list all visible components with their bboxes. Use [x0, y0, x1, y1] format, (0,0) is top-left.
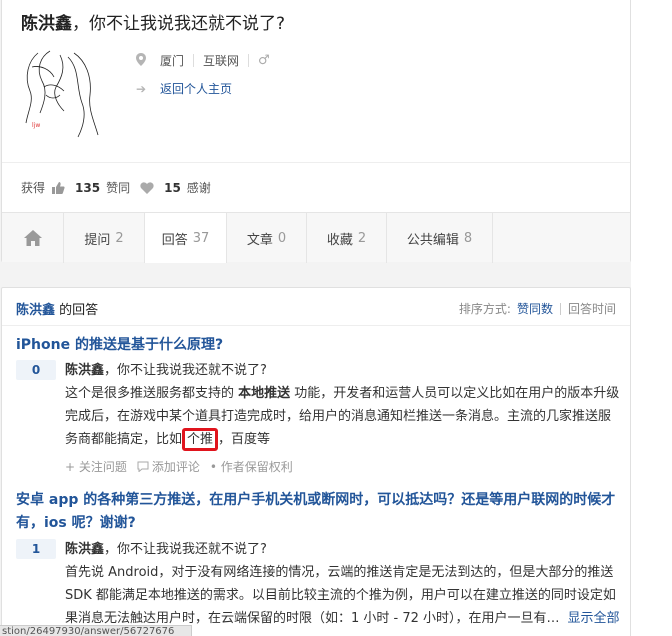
industry-text[interactable]: 互联网: [203, 52, 239, 69]
answer-body[interactable]: 首先说 Android，对于没有网络连接的情况，云端的推送肯定是无法到达的，但是…: [65, 561, 621, 630]
tab-home[interactable]: [2, 213, 64, 263]
page-right-margin: [631, 0, 672, 636]
thanks-label: 感谢: [186, 181, 211, 195]
tab-questions[interactable]: 提问 2: [64, 213, 145, 263]
male-icon: ♂: [258, 53, 270, 68]
profile-name[interactable]: 陈洪鑫: [21, 14, 72, 34]
tab-count: 8: [463, 230, 473, 246]
vote-count-button[interactable]: 0: [16, 360, 56, 380]
thanks-count: 15: [164, 180, 181, 195]
back-link-line: ➔ 返回个人主页: [136, 80, 232, 97]
tab-label: 提问: [84, 232, 111, 248]
answer-body[interactable]: 这个是很多推送服务都支持的 本地推送 功能，开发者和运营人员可以定义比如在用户的…: [65, 382, 621, 451]
tab-count: 0: [277, 230, 287, 246]
thumb-up-icon: [52, 181, 65, 194]
name-separator: ，: [72, 14, 89, 34]
answer-author: 陈洪鑫，你不让我说我还就不说了?: [65, 359, 267, 378]
tab-count: 2: [115, 230, 124, 246]
answers-header: 陈洪鑫 的回答 排序方式: 赞同数 回答时间: [2, 288, 630, 326]
tab-collections[interactable]: 收藏 2: [307, 213, 387, 263]
divider: [559, 302, 561, 315]
tab-label: 文章: [246, 232, 273, 248]
show-all-link[interactable]: 显示全部: [568, 611, 620, 626]
profile-tagline: 你不让我说我还就不说了?: [89, 14, 286, 34]
answer-actions: + 关注问题 添加评论 • 作者保留权利: [65, 458, 303, 475]
browser-status-url: stion/26497930/answer/56727676: [0, 625, 192, 636]
author-tagline: ，你不让我说我还就不说了?: [104, 542, 267, 557]
tab-count: 2: [357, 230, 367, 246]
profile-card: 陈洪鑫，你不让我说我还就不说了? ljw 厦门 互联网 ♂ ➔ 返回个人主页 获…: [1, 0, 631, 263]
location-text[interactable]: 厦门: [160, 52, 184, 69]
answer-text: 这个是很多推送服务都支持的: [65, 386, 239, 401]
sort-by-votes[interactable]: 赞同数: [517, 300, 553, 317]
tab-label: 公共编辑: [406, 232, 459, 248]
tab-count: 37: [192, 230, 210, 246]
profile-tabs: 提问 2 回答 37 文章 0 收藏 2 公共编辑 8: [2, 212, 630, 263]
agree-label: 赞同: [106, 181, 131, 195]
tab-label: 回答: [161, 232, 188, 248]
question-title-link[interactable]: 安卓 app 的各种第三方推送，在用户手机关机或断网时，可以抵达吗？还是等用户联…: [16, 489, 616, 535]
tab-label: 收藏: [326, 232, 353, 248]
follow-question-button[interactable]: + 关注问题: [65, 458, 127, 475]
answers-title: 陈洪鑫 的回答: [16, 299, 98, 318]
answer-author: 陈洪鑫，你不让我说我还就不说了?: [65, 538, 267, 557]
back-to-profile-link[interactable]: 返回个人主页: [160, 80, 232, 97]
answers-title-suffix: 的回答: [55, 303, 99, 318]
avatar[interactable]: ljw: [20, 47, 104, 141]
question-title-link[interactable]: iPhone 的推送是基于什么原理?: [16, 334, 616, 357]
answer-text: 首先说 Android，对于没有网络连接的情况，云端的推送肯定是无法到达的，但是…: [65, 565, 616, 626]
sort-label: 排序方式:: [458, 302, 511, 316]
avatar-sketch-image: ljw: [25, 50, 99, 138]
meta-location-line: 厦门 互联网 ♂: [136, 52, 270, 69]
arrow-right-icon: ➔: [136, 81, 147, 96]
highlighted-text: 个推: [182, 428, 219, 451]
heart-icon: [140, 181, 154, 194]
sort-control: 排序方式: 赞同数 回答时间: [459, 300, 616, 317]
divider: [248, 54, 250, 67]
comment-icon: [137, 461, 149, 472]
vote-count-button[interactable]: 1: [16, 539, 56, 559]
add-comment-button[interactable]: 添加评论: [137, 458, 200, 475]
tab-public-edits[interactable]: 公共编辑 8: [387, 213, 493, 263]
divider: [2, 162, 630, 163]
author-name-link[interactable]: 陈洪鑫: [65, 363, 104, 378]
add-comment-label: 添加评论: [151, 460, 200, 474]
divider: [193, 54, 195, 67]
answers-card: 陈洪鑫 的回答 排序方式: 赞同数 回答时间 iPhone 的推送是基于什么原理…: [1, 287, 631, 636]
home-icon: [23, 230, 42, 246]
answer-text: ，百度等: [218, 432, 271, 447]
location-pin-icon: [136, 52, 160, 69]
answers-owner-link[interactable]: 陈洪鑫: [16, 303, 55, 318]
copyright-notice: • 作者保留权利: [209, 460, 293, 474]
tab-answers[interactable]: 回答 37: [145, 213, 227, 263]
stats-label: 获得: [21, 181, 46, 195]
stats-row: 获得 135 赞同 15 感谢: [21, 179, 211, 196]
author-name-link[interactable]: 陈洪鑫: [65, 542, 104, 557]
svg-text:ljw: ljw: [32, 122, 40, 129]
tab-articles[interactable]: 文章 0: [227, 213, 307, 263]
sort-by-time[interactable]: 回答时间: [568, 300, 616, 317]
author-tagline: ，你不让我说我还就不说了?: [104, 363, 267, 378]
agree-count: 135: [75, 180, 101, 195]
profile-title: 陈洪鑫，你不让我说我还就不说了?: [21, 13, 285, 35]
answer-keyword: 本地推送: [238, 386, 291, 401]
